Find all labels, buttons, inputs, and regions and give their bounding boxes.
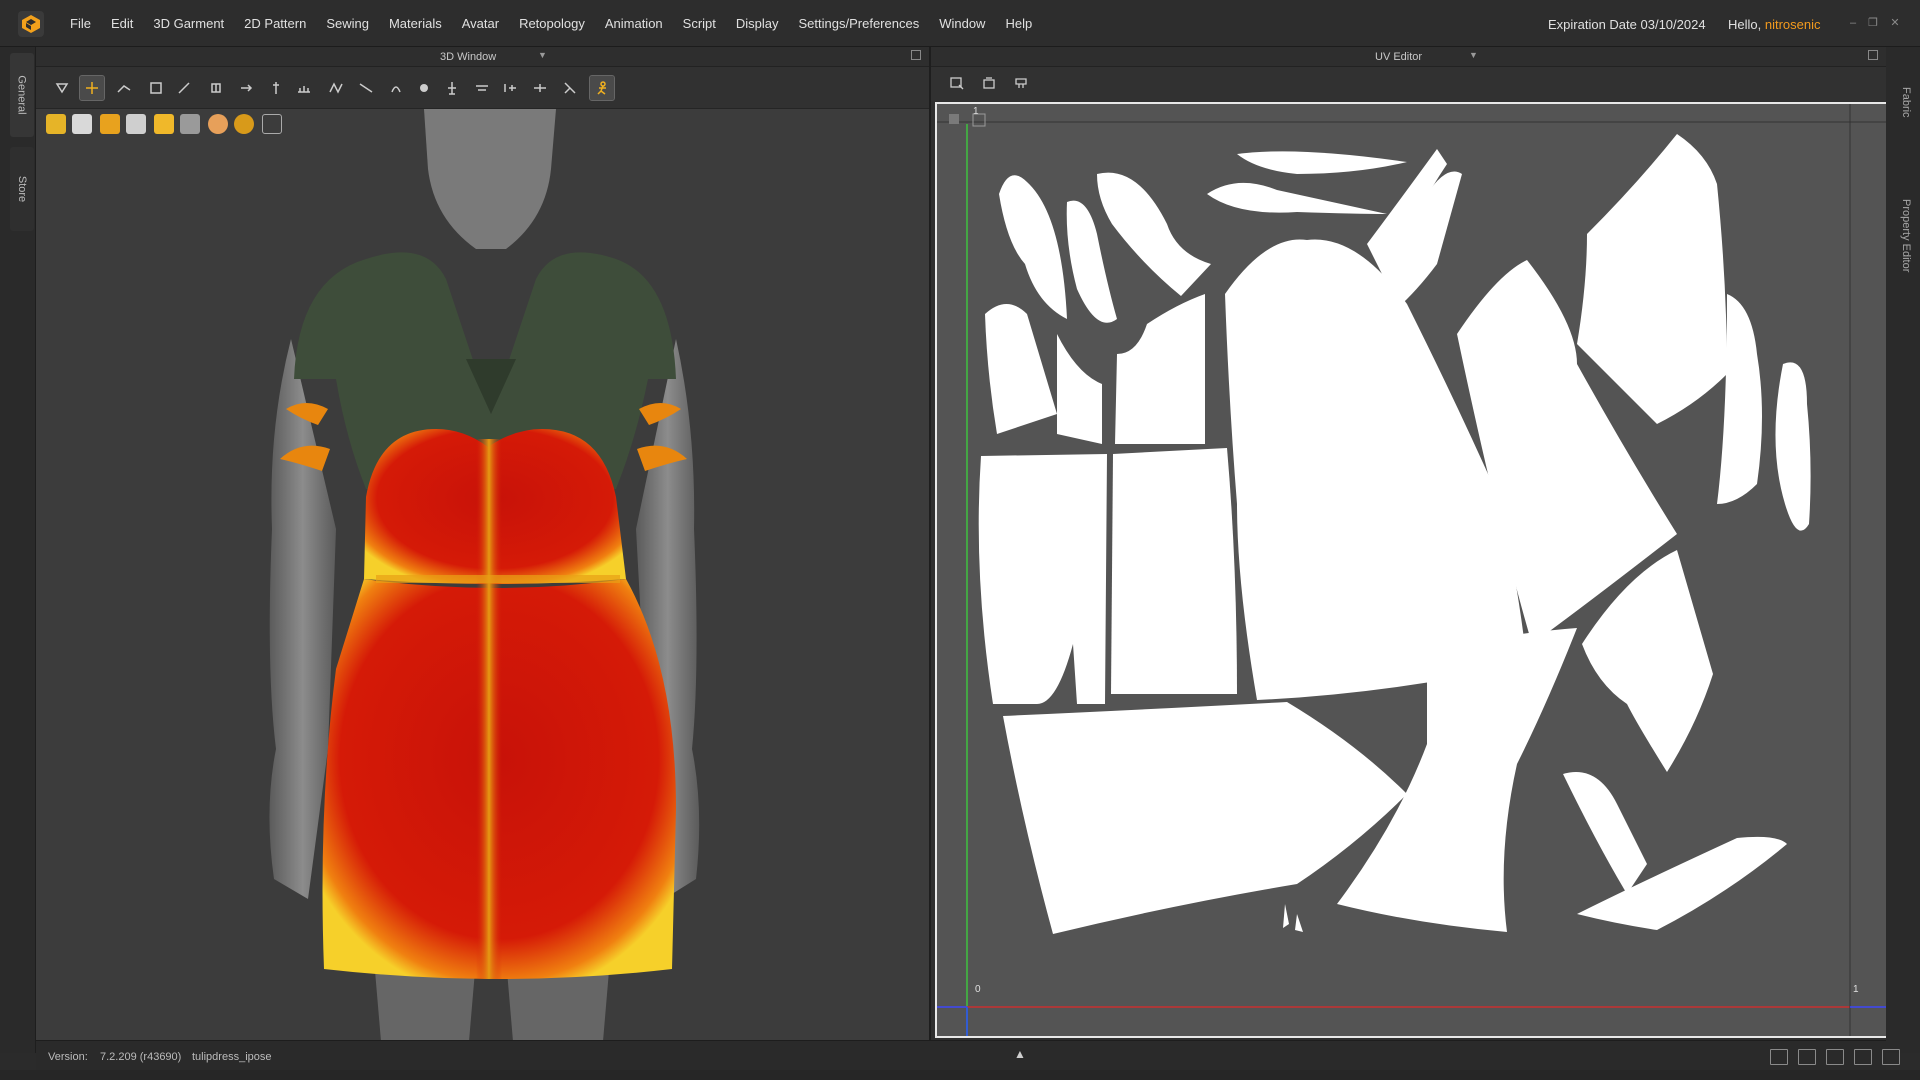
uv-pack-icon[interactable] [977,71,1001,95]
3d-window: 3D Window ▼ [36,47,929,1053]
transform-icon[interactable] [79,75,105,101]
tab-store-label: Store [16,175,29,203]
simulation-icon[interactable] [558,76,582,100]
expiration-date: Expiration Date 03/10/2024 [1548,17,1706,32]
tab-general-label: General [16,75,29,115]
shape-icon[interactable] [264,76,288,100]
3d-toolbar [36,67,929,109]
menu-2d-pattern[interactable]: 2D Pattern [234,16,316,31]
3d-window-popout-icon[interactable] [911,50,921,60]
username[interactable]: nitrosenic [1765,17,1821,32]
menu-retopology[interactable]: Retopology [509,16,595,31]
trim-icon[interactable] [440,76,464,100]
user-greeting: Hello, nitrosenic [1728,17,1821,32]
menu-animation[interactable]: Animation [595,16,673,31]
menu-settings[interactable]: Settings/Preferences [789,16,930,31]
menu-file[interactable]: File [60,16,101,31]
menu-help[interactable]: Help [995,16,1042,31]
file-name: tulipdress_ipose [192,1051,272,1063]
buttons-icon[interactable] [498,76,522,100]
uv-editor-titlebar: UV Editor ▼ [931,47,1886,67]
uv-editor-popout-icon[interactable] [1868,50,1878,60]
uv-select-icon[interactable] [945,71,969,95]
material-icon[interactable] [154,114,174,134]
garment-icon[interactable] [72,114,92,134]
drape-icon[interactable] [384,76,408,100]
punch-icon[interactable] [412,76,436,100]
avatar-render [269,109,700,1053]
layout-three-icon[interactable] [1826,1049,1844,1065]
simulation-toggle-icon[interactable] [589,75,615,101]
pose-icon[interactable] [126,114,146,134]
menu-avatar[interactable]: Avatar [452,16,509,31]
fold-icon[interactable] [144,76,168,100]
uv-arrange-icon[interactable] [1009,71,1033,95]
layout-quad-icon[interactable] [1854,1049,1872,1065]
uv-toolbar [931,67,1886,101]
restore-icon[interactable]: ❐ [1866,17,1880,29]
3d-window-title: 3D Window [440,51,497,63]
uv-axis-y-end: 1 [973,106,979,117]
steam-icon[interactable] [324,76,348,100]
menu-edit[interactable]: Edit [101,16,143,31]
menu-script[interactable]: Script [673,16,726,31]
select-move-icon[interactable] [50,76,74,100]
strain-icon[interactable] [180,114,200,134]
uv-editor-title: UV Editor [1375,51,1423,63]
right-side-rail: Fabric Property Editor [1886,47,1920,1053]
skin-icon[interactable] [208,114,228,134]
tab-store[interactable]: Store [10,147,34,231]
3d-window-titlebar: 3D Window ▼ [36,47,929,67]
tab-general[interactable]: General [10,53,34,137]
3d-viewport[interactable] [36,109,929,1053]
uv-axis-x-end: 1 [1853,984,1859,995]
uv-islands [937,104,1890,1036]
tack-icon[interactable] [204,76,228,100]
seamline-icon[interactable] [354,76,378,100]
bottom-strip [0,1070,1920,1080]
menu-items: File Edit 3D Garment 2D Pattern Sewing M… [60,0,1042,47]
uv-canvas[interactable]: 0 1 1 [935,102,1892,1038]
cut-icon[interactable] [528,76,552,100]
export-icon[interactable] [262,114,282,134]
menu-window[interactable]: Window [929,16,995,31]
arrange-icon[interactable] [234,76,258,100]
minimize-icon[interactable]: – [1846,17,1860,29]
tab-fabric[interactable]: Fabric [1900,87,1912,118]
screenshot-icon[interactable] [1882,1049,1900,1065]
menu-bar: File Edit 3D Garment 2D Pattern Sewing M… [0,0,1920,47]
menu-sewing[interactable]: Sewing [316,16,379,31]
measure-icon[interactable] [292,76,316,100]
texture-icon[interactable] [100,114,120,134]
globe-icon[interactable] [234,114,254,134]
expand-panel-icon[interactable]: ▲ [1014,1047,1026,1061]
uv-editor-window: UV Editor ▼ 0 1 1 [929,47,1892,1053]
app-logo-icon[interactable] [18,11,44,37]
menu-materials[interactable]: Materials [379,16,452,31]
topstitch-icon[interactable] [470,76,494,100]
menu-display[interactable]: Display [726,16,789,31]
layout-split-icon[interactable] [1798,1049,1816,1065]
close-icon[interactable]: ✕ [1888,17,1902,29]
left-side-rail: General Store [0,47,36,1053]
avatar-icon[interactable] [46,114,66,134]
uv-axis-origin: 0 [975,984,981,995]
uv-editor-dropdown-icon[interactable]: ▼ [1469,50,1478,60]
status-bar: Version: 7.2.209 (r43690) tulipdress_ipo… [36,1040,1900,1070]
layout-single-icon[interactable] [1770,1049,1788,1065]
edit-icon[interactable] [112,76,136,100]
greeting-prefix: Hello, [1728,17,1765,32]
version-label: Version: [48,1051,88,1063]
3d-window-dropdown-icon[interactable]: ▼ [538,50,547,60]
version-number: 7.2.209 (r43690) [100,1051,182,1063]
menu-3d-garment[interactable]: 3D Garment [143,16,234,31]
pin-icon[interactable] [172,76,196,100]
tab-property-editor[interactable]: Property Editor [1900,199,1912,272]
